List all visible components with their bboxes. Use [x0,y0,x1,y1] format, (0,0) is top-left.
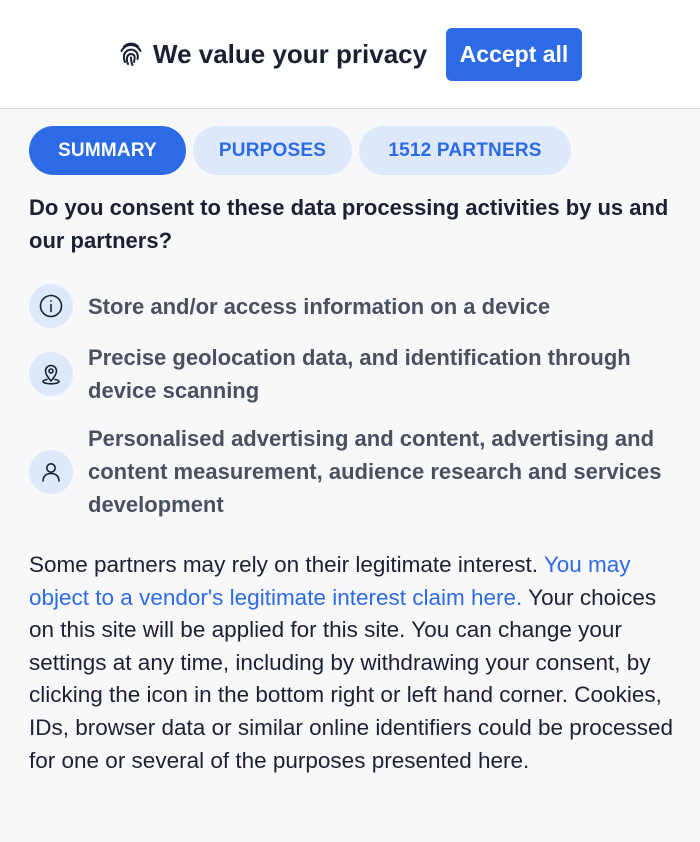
tab-summary[interactable]: SUMMARY [29,126,186,175]
tab-partners[interactable]: 1512 PARTNERS [359,126,571,175]
consent-header: We value your privacy Accept all [0,0,700,109]
accept-all-button[interactable]: Accept all [446,28,582,81]
notice-text: Your choices on this site will be applie… [29,584,674,773]
purpose-label: Store and/or access information on a dev… [88,293,551,319]
page-title: We value your privacy [153,38,428,69]
purpose-item-device-storage: Store and/or access information on a dev… [29,284,669,328]
user-icon [29,449,73,494]
purpose-item-geolocation: Precise geolocation data, and identifica… [29,341,669,407]
purpose-label: Precise geolocation data, and identifica… [88,345,631,403]
purpose-label: Personalised advertising and content, ad… [88,426,662,517]
consent-question: Do you consent to these data processing … [29,195,669,253]
notice-text: Some partners may rely on their legitima… [29,552,544,577]
location-pin-icon [29,352,73,396]
fingerprint-icon [116,39,146,69]
legitimate-interest-notice: Some partners may rely on their legitima… [29,549,674,777]
info-icon [29,284,73,328]
brand: We value your privacy [116,36,427,72]
tab-purposes[interactable]: PURPOSES [193,126,352,175]
purpose-item-advertising: Personalised advertising and content, ad… [29,422,669,521]
